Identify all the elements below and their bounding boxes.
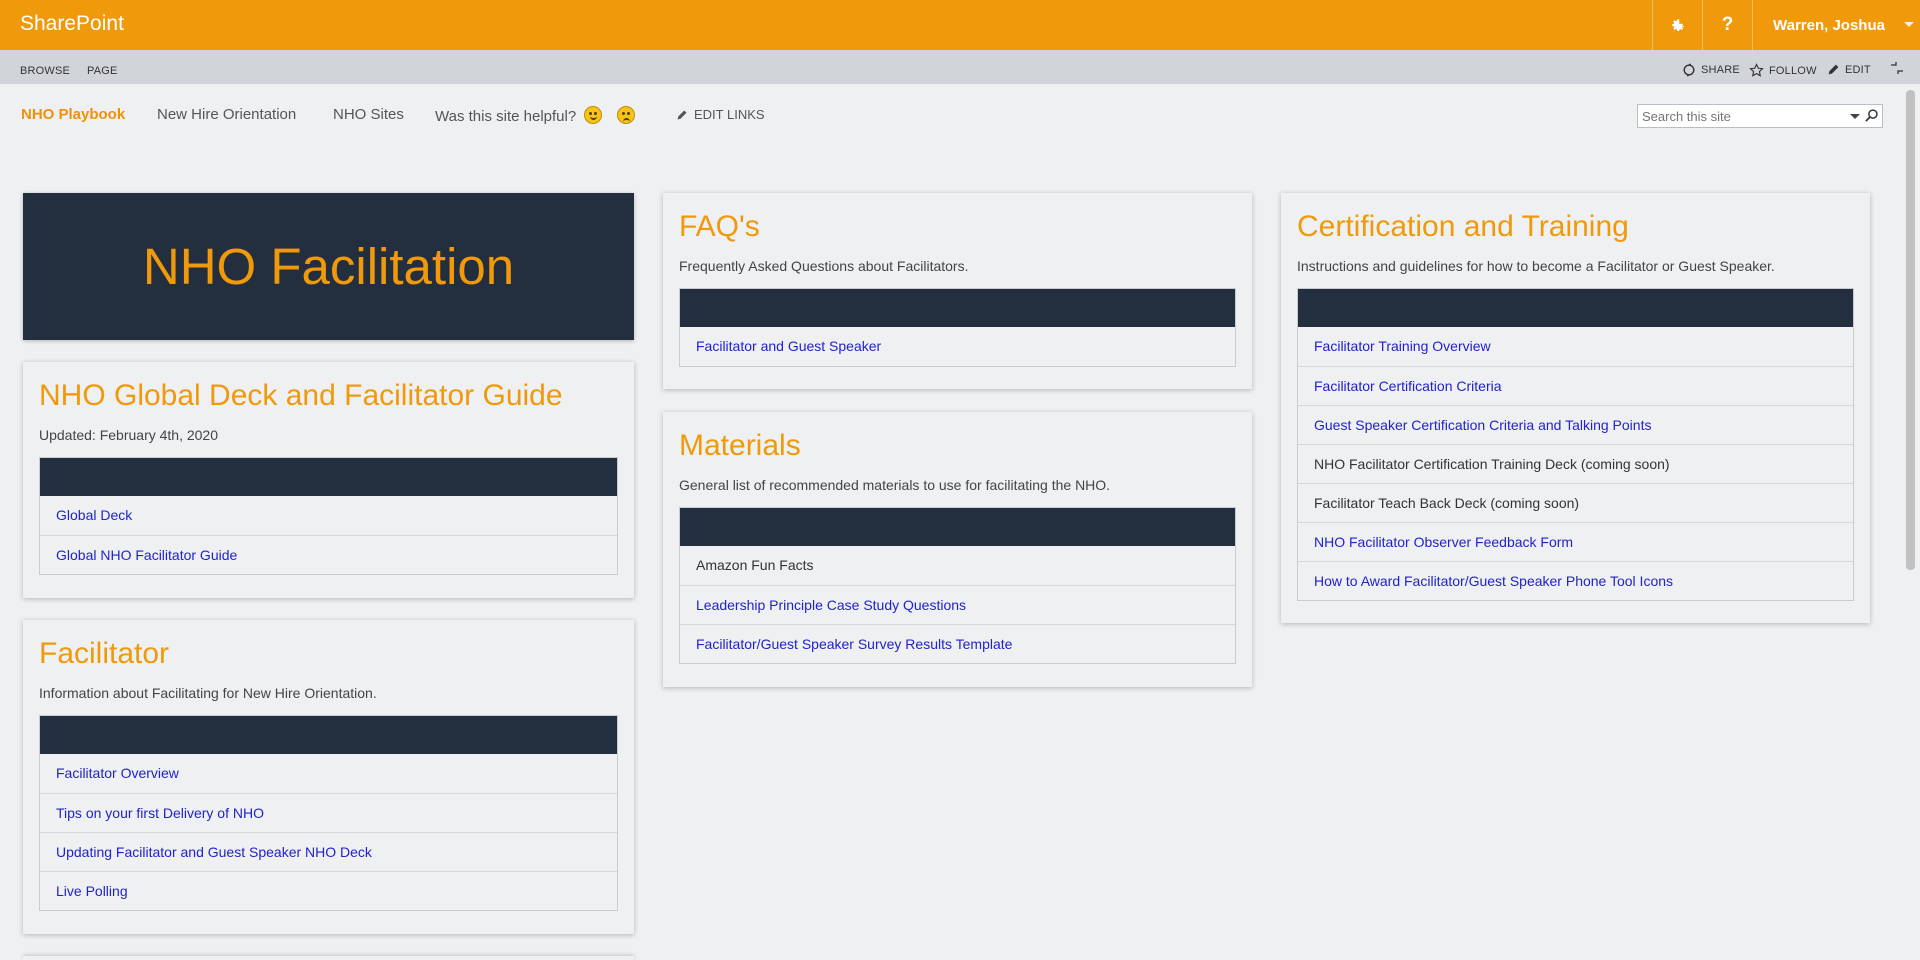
card-description: Information about Facilitating for New H… [39,685,377,701]
share-icon [1683,63,1695,77]
list-item[interactable]: Global Deck [40,496,617,535]
card-description: Frequently Asked Questions about Facilit… [679,258,969,274]
edit-button[interactable]: EDIT [1827,63,1871,76]
link-list: Amazon Fun Facts Leadership Principle Ca… [679,507,1236,664]
settings-button[interactable] [1652,0,1702,50]
next-card-edge [23,956,634,960]
follow-button[interactable]: FOLLOW [1749,63,1817,78]
card-materials: Materials General list of recommended ma… [663,412,1252,687]
star-icon [1749,63,1764,77]
nav-item-nho-sites[interactable]: NHO Sites [333,106,404,123]
nav-item-nho-playbook[interactable]: NHO Playbook [21,106,125,123]
list-item: Facilitator Teach Back Deck (coming soon… [1298,483,1853,522]
card-title: FAQ's [679,210,760,243]
list-item[interactable]: Facilitator Certification Criteria [1298,366,1853,405]
list-item[interactable]: Updating Facilitator and Guest Speaker N… [40,832,617,871]
card-faq: FAQ's Frequently Asked Questions about F… [663,193,1252,389]
share-button[interactable]: SHARE [1682,63,1740,77]
link-list: Facilitator and Guest Speaker [679,288,1236,367]
list-item[interactable]: NHO Facilitator Observer Feedback Form [1298,522,1853,561]
edit-links-button[interactable]: EDIT LINKS [676,107,765,122]
edit-label: EDIT [1845,63,1871,76]
edit-links-label: EDIT LINKS [694,107,765,122]
focus-content-icon[interactable] [1890,61,1904,75]
chevron-down-icon [1904,22,1914,27]
list-item[interactable]: How to Award Facilitator/Guest Speaker P… [1298,561,1853,600]
hero-banner: NHO Facilitation [23,193,634,340]
nav-item-new-hire-orientation[interactable]: New Hire Orientation [157,106,296,123]
page-title: NHO Facilitation [142,238,515,295]
card-title: Materials [679,429,801,462]
list-item[interactable]: Facilitator Training Overview [1298,327,1853,366]
top-navigation: NHO Playbook New Hire Orientation NHO Si… [0,84,1900,148]
frown-emoji-icon[interactable] [616,106,635,124]
list-item[interactable]: Facilitator and Guest Speaker [680,327,1235,366]
follow-label: FOLLOW [1769,64,1817,77]
list-item[interactable]: Guest Speaker Certification Criteria and… [1298,405,1853,444]
card-title: NHO Global Deck and Facilitator Guide [39,379,563,412]
card-certification-training: Certification and Training Instructions … [1281,193,1870,623]
list-item[interactable]: Live Polling [40,871,617,910]
scrollbar-thumb[interactable] [1906,90,1915,570]
card-description: Instructions and guidelines for how to b… [1297,258,1775,274]
link-list: Global Deck Global NHO Facilitator Guide [39,457,618,575]
card-description: Updated: February 4th, 2020 [39,427,219,443]
list-header [680,289,1235,327]
search-input[interactable] [1638,105,1844,127]
app-brand[interactable]: SharePoint [20,12,124,36]
list-header [680,508,1235,546]
list-item[interactable]: Facilitator/Guest Speaker Survey Results… [680,624,1235,663]
pencil-icon [677,110,687,119]
link-list: Facilitator Overview Tips on your first … [39,715,618,911]
pencil-icon [1828,64,1839,75]
card-facilitator: Facilitator Information about Facilitati… [23,620,634,934]
user-name: Warren, Joshua [1773,16,1885,34]
user-menu[interactable]: Warren, Joshua [1752,0,1920,50]
suite-bar: SharePoint ? Warren, Joshua [0,0,1920,50]
site-search [1637,104,1883,128]
share-label: SHARE [1701,64,1740,76]
tab-browse[interactable]: BROWSE [20,65,70,77]
search-scope-dropdown-icon[interactable] [1850,114,1860,119]
nav-item-feedback: Was this site helpful? [435,106,635,125]
help-button[interactable]: ? [1702,0,1752,50]
list-item[interactable]: Leadership Principle Case Study Question… [680,585,1235,624]
list-item[interactable]: Global NHO Facilitator Guide [40,535,617,574]
helpful-question: Was this site helpful? [435,108,577,125]
list-header [1298,289,1853,327]
card-title: Certification and Training [1297,210,1629,243]
smile-emoji-icon[interactable] [584,106,603,124]
list-item[interactable]: Facilitator Overview [40,754,617,793]
list-item: Amazon Fun Facts [696,557,814,573]
ribbon: BROWSE PAGE SHARE FOLLOW EDIT [0,50,1920,84]
tab-page[interactable]: PAGE [87,65,118,77]
list-item[interactable]: Tips on your first Delivery of NHO [40,793,617,832]
list-item: NHO Facilitator Certification Training D… [1298,444,1853,483]
card-global-deck: NHO Global Deck and Facilitator Guide Up… [23,362,634,598]
gear-icon [1671,19,1684,31]
list-header [40,716,617,754]
list-header [40,458,617,496]
search-icon[interactable] [1864,108,1879,123]
link-list: Facilitator Training Overview Facilitato… [1297,288,1854,601]
card-title: Facilitator [39,637,170,670]
card-description: General list of recommended materials to… [679,477,1111,493]
